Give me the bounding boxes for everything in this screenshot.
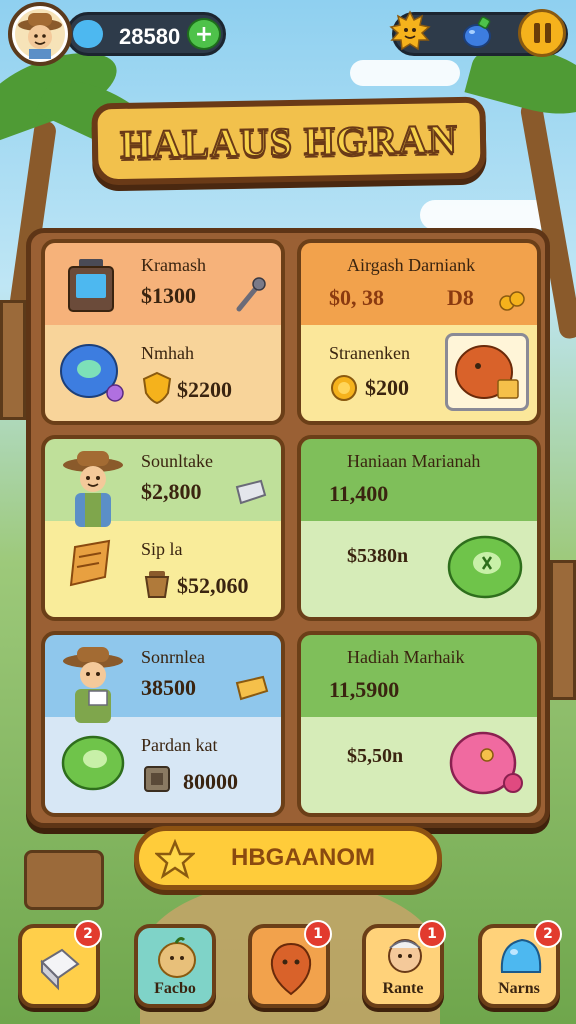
cloud (420, 200, 550, 230)
shop-card-airgash[interactable]: Airgash Darniank $0, 38 D8 Stranenken $2… (297, 239, 541, 425)
card-price-extra: D8 (447, 285, 474, 310)
nav-button-pets[interactable]: 1 (248, 920, 332, 1008)
hut (550, 560, 576, 700)
gold-coin-icon (331, 375, 357, 401)
sun-icon[interactable] (388, 10, 432, 54)
card-subtitle: Nmhah (141, 343, 194, 363)
blue-potion-icon[interactable] (460, 16, 494, 50)
card-title: Sonrnlea (141, 647, 205, 667)
nav-button-rante[interactable]: Rante 1 (362, 920, 446, 1008)
card-sub-price: $2200 (177, 377, 232, 402)
pink-creature-icon (449, 731, 523, 795)
shop-card-hadiah[interactable]: Hadiah Marhaik 11,5900 $5,50n (297, 631, 541, 817)
orange-pet-icon (270, 942, 312, 996)
card-title: Kramash (141, 255, 206, 275)
card-subtitle: Stranenken (329, 343, 410, 363)
shop-card-haniaan[interactable]: Haniaan Marianah 11,400 $5380n (297, 435, 541, 621)
pot-icon (144, 571, 170, 598)
card-sub-price: $52,060 (177, 573, 249, 598)
gold-bar-icon (235, 675, 269, 701)
shop-board: Kramash $1300 Nmhah $2200 Airgash Darnia… (26, 228, 550, 828)
fruit-icon (499, 291, 525, 311)
shop-card-sonrnlea[interactable]: Sonrnlea 38500 Pardan kat 80000 (41, 631, 285, 817)
card-subtitle: Sip la (141, 539, 183, 559)
card-sub-price: 80000 (183, 769, 238, 794)
notification-badge: 1 (418, 920, 446, 948)
green-fruit-icon (447, 535, 523, 599)
main-action-label: HBGAANOM (231, 844, 375, 871)
main-action-button[interactable]: HBGAANOM (134, 826, 442, 890)
card-price: $0, 38 (329, 285, 384, 310)
card-sub-price: $200 (365, 375, 409, 400)
farmer-avatar-icon (18, 13, 62, 59)
card-title: Hadiah Marhaik (347, 647, 465, 667)
add-currency-button[interactable]: + (187, 18, 221, 50)
notification-badge: 2 (74, 920, 102, 948)
orange-creature-icon (455, 345, 519, 399)
farmer-character-icon (63, 451, 123, 527)
stone-block-icon (144, 766, 170, 792)
scroll-icon (69, 539, 111, 587)
card-title: Airgash Darniank (347, 255, 476, 275)
currency-bar: 28580 + (66, 12, 226, 56)
shop-card-kramash[interactable]: Kramash $1300 Nmhah $2200 (41, 239, 285, 425)
item-frame (445, 333, 529, 411)
star-icon (155, 839, 195, 879)
nav-label: Facbo (154, 980, 196, 997)
pipette-icon (236, 277, 266, 312)
currency-value: 28580 (119, 24, 181, 49)
farmer-reading-icon (63, 647, 123, 723)
pause-button[interactable] (518, 9, 566, 57)
box-icon (40, 948, 80, 991)
tablet-icon (68, 259, 114, 312)
player-avatar[interactable] (8, 2, 72, 66)
nav-button-facbo[interactable]: Facbo (134, 924, 216, 1008)
notification-badge: 2 (534, 920, 562, 948)
card-sub-price: $5,50n (347, 745, 404, 767)
crate (24, 850, 104, 910)
blue-egg-icon (60, 344, 124, 402)
card-price: $1300 (141, 283, 196, 308)
currency-bar-fill (73, 20, 103, 48)
nav-label: Narns (498, 980, 540, 997)
card-subtitle: Pardan kat (141, 735, 218, 755)
card-title: Haniaan Marianah (347, 451, 481, 471)
card-price: 38500 (141, 675, 196, 700)
hut (0, 300, 26, 420)
plus-icon: + (194, 21, 214, 47)
card-price: $2,800 (141, 479, 202, 504)
nav-button-narns[interactable]: Narns 2 (478, 920, 562, 1008)
card-sub-price: $5380n (347, 545, 409, 567)
nav-button-inventory[interactable]: 2 (18, 920, 102, 1008)
card-price: 11,5900 (329, 677, 400, 702)
card-price: 11,400 (329, 481, 389, 506)
seed-icon (158, 937, 196, 978)
title-banner: HALAUS HGRAN (91, 96, 487, 186)
card-title: Sounltake (141, 451, 213, 471)
page-title: HALAUS HGRAN (119, 115, 459, 168)
shop-card-sounltake[interactable]: Sounltake $2,800 Sip la $52,060 (41, 435, 285, 621)
nav-label: Rante (382, 980, 424, 997)
silver-bar-icon (235, 479, 267, 505)
notification-badge: 1 (304, 920, 332, 948)
green-fruit-icon (61, 735, 125, 791)
pause-icon (533, 23, 540, 43)
shield-coin-icon (142, 371, 172, 405)
cloud (350, 60, 460, 86)
